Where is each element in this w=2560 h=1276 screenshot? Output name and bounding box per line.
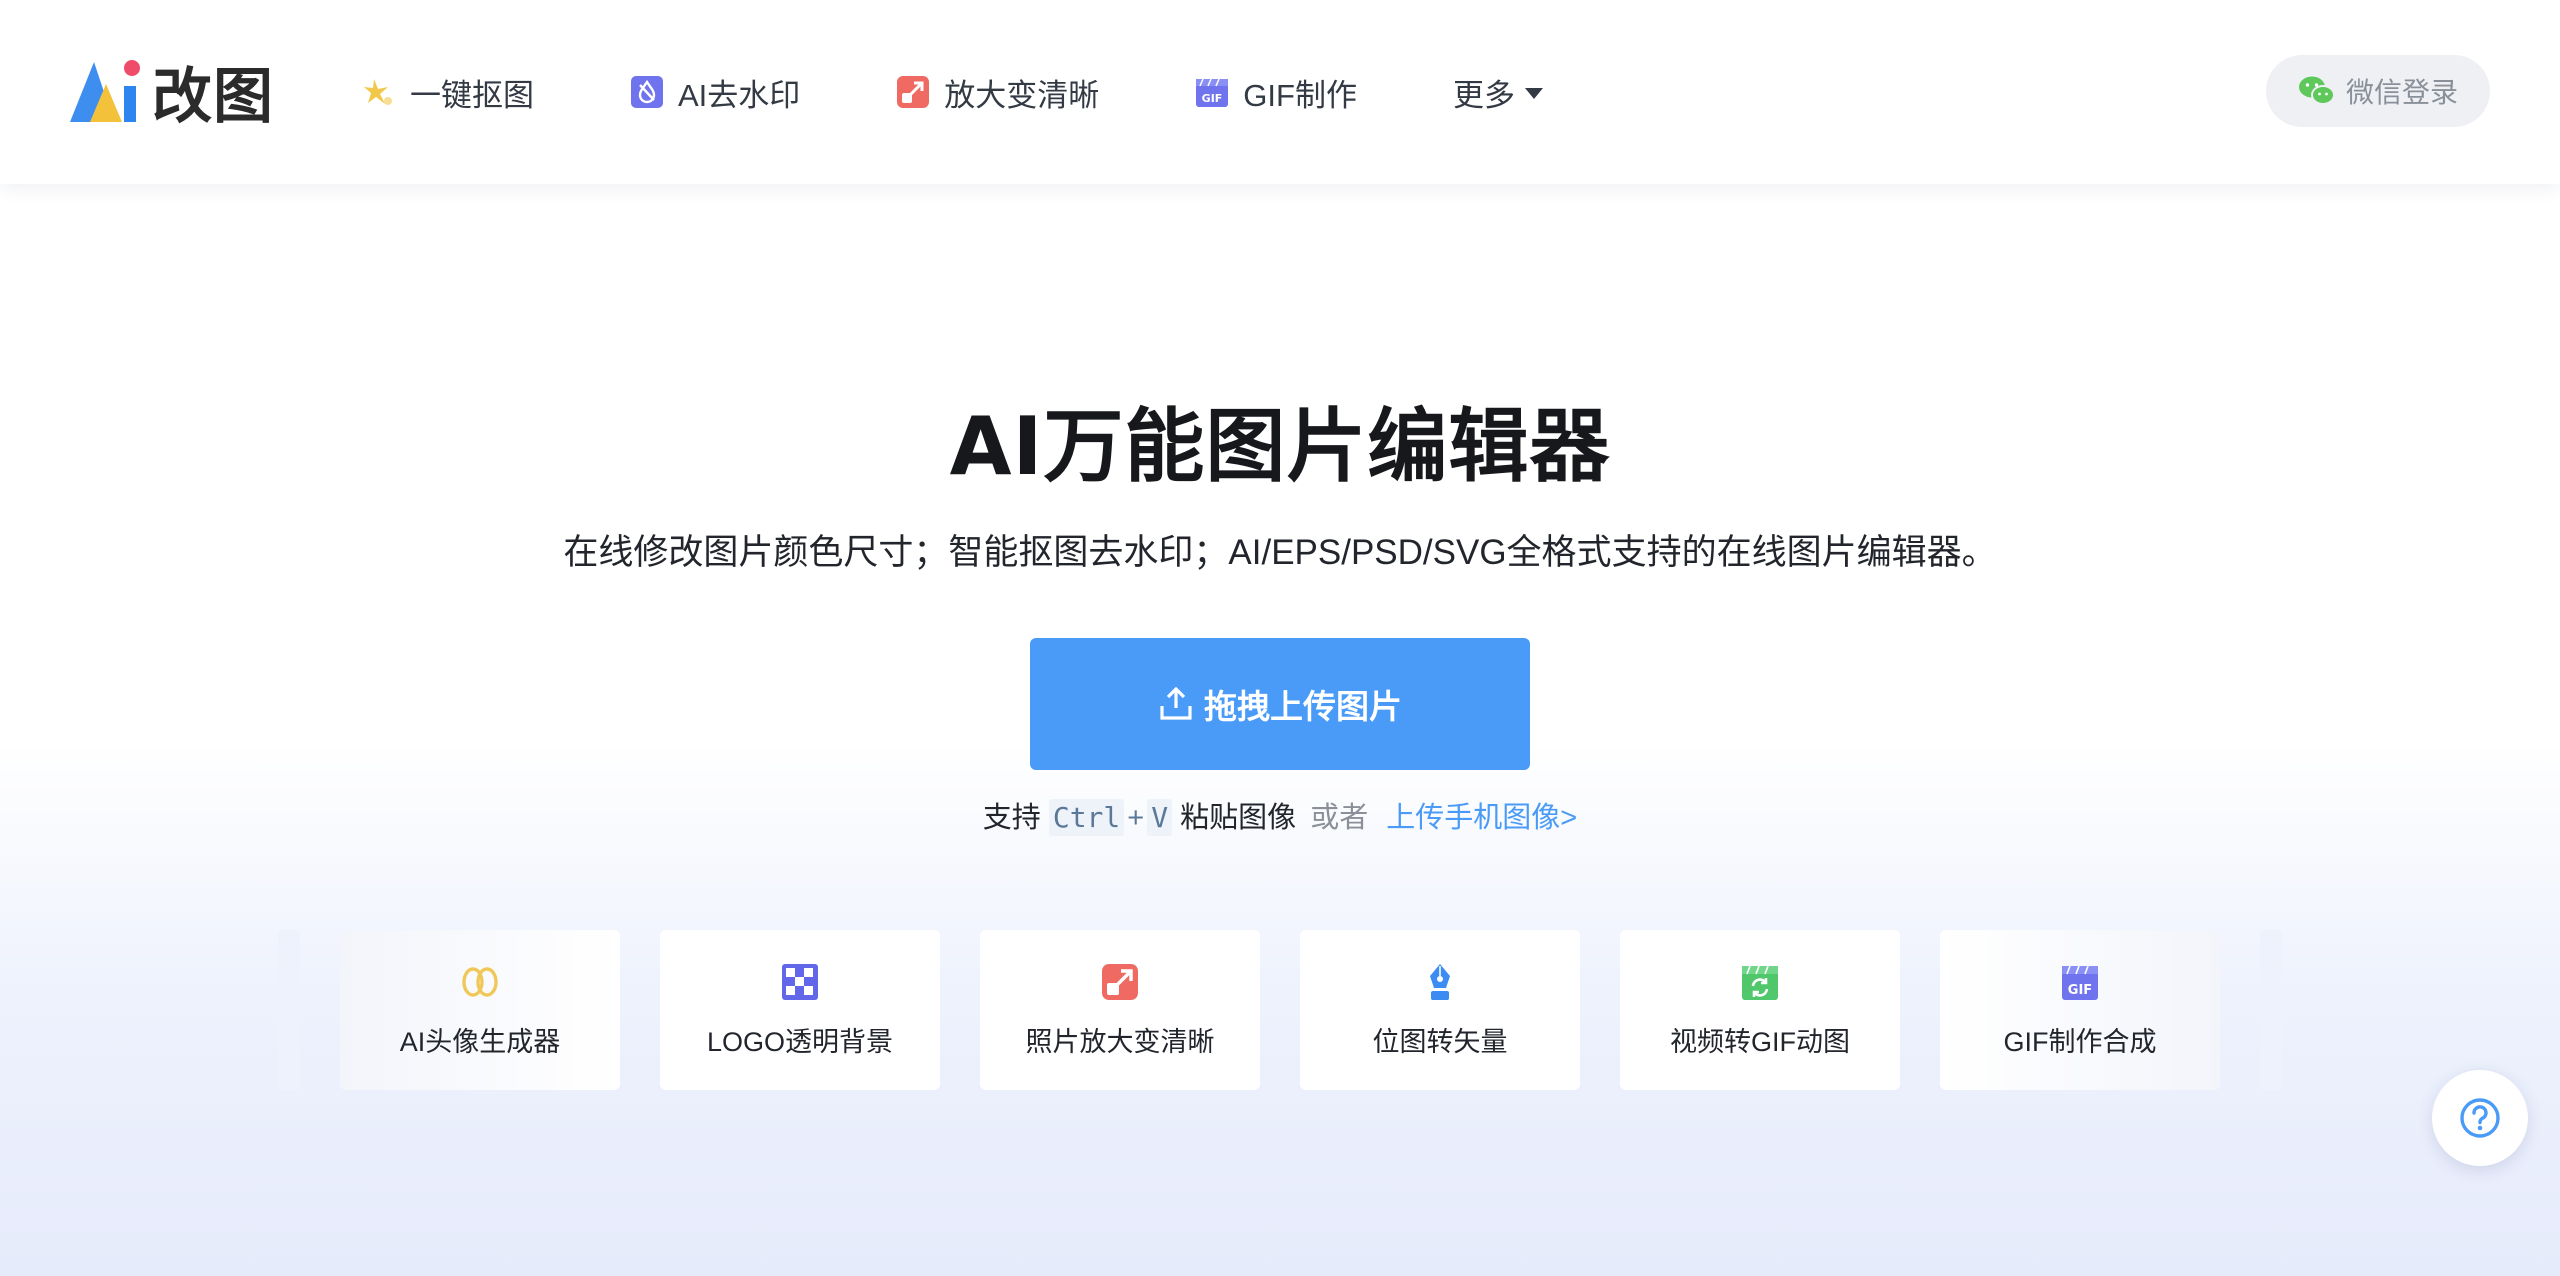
carousel-edge-right[interactable] [2260,930,2282,1090]
kbd-plus: + [1127,802,1145,834]
or-text: 或者 [1310,802,1369,834]
svg-text:GIF: GIF [1202,92,1223,105]
logo-text: 改图 [152,61,274,132]
logo-mark-icon [70,60,140,122]
upload-mobile-link[interactable]: 上传手机图像> [1386,802,1577,834]
svg-text:GIF: GIF [2068,983,2092,998]
page-title: AI万能图片编辑器 [949,400,1611,493]
login-label: 微信登录 [2345,77,2458,108]
photo-enlarge-icon [1102,964,1138,1000]
upload-image-button[interactable]: 拖拽上传图片 [1030,638,1530,770]
tool-label-vector: 位图转矢量 [1372,1027,1508,1057]
gif-icon: GIF [1196,78,1229,107]
watermark-icon [631,76,663,108]
upload-icon [1160,686,1192,720]
gif-make-icon: GIF [2062,965,2098,1000]
tool-card-video-gif[interactable]: 视频转GIF动图 [1620,930,1900,1090]
help-button[interactable] [2432,1070,2528,1166]
cutout-icon [364,79,392,105]
tool-label-transparent: LOGO透明背景 [706,1027,894,1057]
enlarge-icon [897,76,930,108]
avatar-generator-icon [462,967,498,997]
nav-label-more: 更多 [1452,77,1515,113]
tool-card-avatar[interactable]: AI头像生成器 [340,930,620,1090]
paste-prefix: 支持 [982,802,1041,834]
page-subtitle: 在线修改图片颜色尺寸；智能抠图去水印；AI/EPS/PSD/SVG全格式支持的在… [563,533,1997,572]
tool-label-video-gif: 视频转GIF动图 [1670,1027,1850,1057]
tool-card-photo-enlarge[interactable]: 照片放大变清晰 [980,930,1260,1090]
top-header: 改图 一键抠图 AI去水印 放大变清晰 GIF GIF制作 更多 微信登录 [0,0,2560,184]
tools-carousel: AI头像生成器 LOGO透明背景 照片放大变清晰 位图转矢量 视频转GIF动图 … [278,930,2282,1090]
transparent-bg-icon [782,964,818,1000]
nav-label-cutout: 一键抠图 [410,77,534,113]
tool-card-vector[interactable]: 位图转矢量 [1300,930,1580,1090]
kbd-v: V [1147,799,1173,836]
video-gif-icon [1742,965,1778,1000]
nav-item-gif[interactable]: GIF GIF制作 [1195,70,1357,115]
caret-down-icon [1524,87,1543,99]
tool-label-photo-enlarge: 照片放大变清晰 [1025,1027,1215,1057]
tool-label-avatar: AI头像生成器 [399,1027,561,1057]
tool-card-transparent[interactable]: LOGO透明背景 [660,930,940,1090]
wechat-login-button[interactable]: 微信登录 [2266,55,2490,127]
tool-label-gif-make: GIF制作合成 [2003,1027,2157,1057]
main-nav: 一键抠图 AI去水印 放大变清晰 GIF GIF制作 更多 [362,66,1543,118]
help-icon [2460,1098,2500,1138]
site-logo[interactable]: 改图 [70,58,274,132]
upload-label: 拖拽上传图片 [1204,688,1402,725]
paste-hint: 支持 Ctrl + V 粘贴图像 或者 上传手机图像> [0,794,2560,836]
nav-label-watermark: AI去水印 [678,77,801,113]
paste-suffix: 粘贴图像 [1180,802,1297,834]
nav-item-watermark[interactable]: AI去水印 [630,70,800,115]
wechat-icon [2298,76,2335,105]
vector-pen-icon [1430,964,1450,1000]
nav-label-gif: GIF制作 [1243,77,1357,113]
nav-label-enlarge: 放大变清晰 [944,77,1100,113]
tool-card-gif-make[interactable]: GIF GIF制作合成 [1940,930,2220,1090]
kbd-ctrl: Ctrl [1048,799,1125,836]
nav-item-more[interactable]: 更多 [1453,70,1543,115]
carousel-edge-left[interactable] [278,930,300,1090]
nav-item-cutout[interactable]: 一键抠图 [362,70,534,115]
nav-item-enlarge[interactable]: 放大变清晰 [896,70,1099,115]
